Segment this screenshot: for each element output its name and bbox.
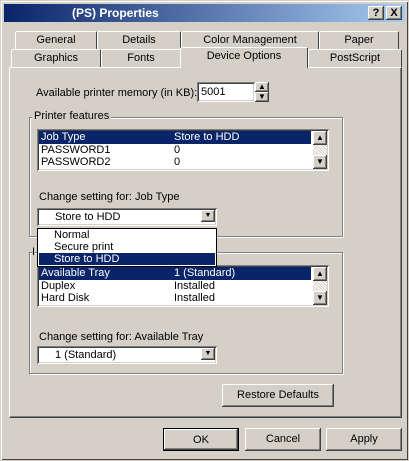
printer-features-label: Printer features — [32, 110, 112, 122]
installable-list[interactable]: Available Tray 1 (Standard) Duplex Install… — [37, 265, 329, 307]
change-setting-label: Change setting for: Job Type — [39, 191, 180, 203]
tab-fonts[interactable]: Fonts — [101, 49, 181, 67]
list-item[interactable]: Available Tray 1 (Standard) — [39, 267, 311, 280]
tab-details[interactable]: Details — [97, 31, 181, 49]
memory-label: Available printer memory (in KB): — [36, 87, 198, 99]
spin-down-icon[interactable]: ▼ — [255, 92, 269, 102]
chevron-down-icon[interactable]: ▼ — [201, 348, 215, 360]
scrollbar-track[interactable] — [313, 145, 327, 155]
properties-dialog: (PS) Properties ? X General Details Colo… — [0, 0, 409, 461]
job-type-dropdown[interactable]: Normal Secure print Store to HDD — [37, 228, 217, 267]
memory-spinner[interactable]: ▲ ▼ — [255, 82, 269, 102]
dropdown-option[interactable]: Normal — [39, 229, 215, 241]
chevron-down-icon[interactable]: ▼ — [201, 210, 215, 222]
tab-postscript[interactable]: PostScript — [308, 49, 402, 67]
combo-value: 1 (Standard) — [55, 349, 117, 361]
scroll-up-icon[interactable]: ▲ — [313, 267, 327, 281]
tab-general[interactable]: General — [15, 31, 97, 49]
list-item[interactable]: PASSWORD2 0 — [39, 156, 311, 169]
tab-device-options[interactable]: Device Options — [180, 47, 308, 68]
list-item[interactable]: Job Type Store to HDD — [39, 131, 311, 144]
scroll-up-icon[interactable]: ▲ — [313, 131, 327, 145]
scrollbar-track[interactable] — [313, 281, 327, 291]
spin-up-icon[interactable]: ▲ — [255, 82, 269, 92]
tab-paper[interactable]: Paper — [319, 31, 399, 49]
scroll-down-icon[interactable]: ▼ — [313, 291, 327, 305]
available-tray-combo[interactable]: 1 (Standard) ▼ — [37, 346, 217, 364]
memory-value: 5001 — [201, 86, 226, 98]
help-button[interactable]: ? — [368, 6, 384, 20]
tab-graphics[interactable]: Graphics — [11, 49, 101, 67]
restore-defaults-button[interactable]: Restore Defaults — [222, 384, 334, 407]
title-bar[interactable]: (PS) Properties ? X — [4, 4, 405, 22]
ok-button[interactable]: OK — [163, 428, 239, 451]
job-type-combo[interactable]: Store to HDD ▼ — [37, 208, 217, 226]
cancel-button[interactable]: Cancel — [245, 428, 321, 451]
window-title: (PS) Properties — [72, 6, 159, 20]
features-list[interactable]: Job Type Store to HDD PASSWORD1 0 PASSWORD… — [37, 129, 329, 171]
close-button[interactable]: X — [386, 6, 402, 20]
scroll-down-icon[interactable]: ▼ — [313, 155, 327, 169]
change-setting-label: Change setting for: Available Tray — [39, 331, 204, 343]
apply-button[interactable]: Apply — [326, 428, 402, 451]
dropdown-option[interactable]: Store to HDD — [39, 253, 215, 265]
list-item[interactable]: Hard Disk Installed — [39, 292, 311, 305]
dropdown-option[interactable]: Secure print — [39, 241, 215, 253]
installable-group-label-fragment: I — [32, 246, 36, 258]
memory-input[interactable]: 5001 — [197, 82, 255, 102]
combo-value: Store to HDD — [55, 211, 121, 223]
